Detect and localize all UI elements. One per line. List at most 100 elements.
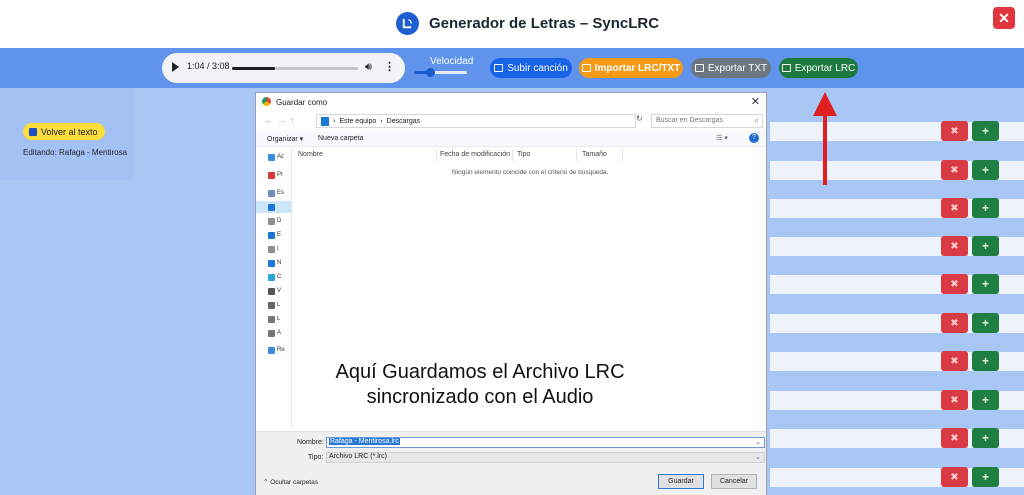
annotation-line-2: sincronizado con el Audio xyxy=(366,386,594,408)
nav-item-label: C xyxy=(277,274,282,280)
nav-item-label: L xyxy=(277,316,281,322)
path-item-this-pc[interactable]: Este equipo xyxy=(339,118,376,125)
delete-icon[interactable]: ✖ xyxy=(941,313,968,333)
delete-icon[interactable]: ✖ xyxy=(941,274,968,294)
nav-item[interactable]: L xyxy=(268,300,290,310)
folder-icon xyxy=(268,231,275,239)
add-icon[interactable]: + xyxy=(972,351,999,371)
delete-icon[interactable]: ✖ xyxy=(941,467,968,487)
save-button[interactable]: Guardar xyxy=(658,474,704,489)
export-txt-label: Exportar TXT xyxy=(707,62,768,74)
more-options-icon[interactable]: ⋮ xyxy=(384,60,395,73)
nav-item[interactable]: Re xyxy=(268,345,290,355)
search-field[interactable]: Buscar en Descargas ⌕ xyxy=(651,114,763,128)
path-bar[interactable]: › Este equipo › Descargas xyxy=(316,114,636,128)
nav-item[interactable]: PI xyxy=(268,170,290,180)
folder-icon xyxy=(268,171,275,179)
folder-icon xyxy=(268,346,275,354)
app-title: Generador de Letras – SyncLRC xyxy=(429,15,660,32)
dialog-titlebar: Guardar como ✕ xyxy=(256,93,766,111)
upload-song-label: Subir canción xyxy=(507,62,568,74)
delete-icon[interactable]: ✖ xyxy=(941,390,968,410)
add-icon[interactable]: + xyxy=(972,313,999,333)
import-lrc-label: Importar LRC/TXT xyxy=(594,62,681,74)
nav-item[interactable]: Es xyxy=(268,188,290,198)
path-sep: › xyxy=(333,117,336,125)
nav-arrows-icon[interactable]: ←→↑ xyxy=(264,115,299,125)
play-icon[interactable] xyxy=(172,62,179,72)
import-lrc-button[interactable]: Importar LRC/TXT xyxy=(579,58,683,78)
file-type-select[interactable]: Archivo LRC (*.lrc) ⌄ xyxy=(326,452,765,463)
hide-folders-button[interactable]: ⌃ Ocultar carpetas xyxy=(263,478,318,486)
folder-icon xyxy=(268,315,275,323)
close-icon[interactable]: ✕ xyxy=(993,7,1015,29)
player-time: 1:04 / 3:08 xyxy=(187,61,230,71)
nav-item[interactable]: N xyxy=(268,258,290,268)
nav-item[interactable]: C xyxy=(268,272,290,282)
chevron-down-icon[interactable]: ⌄ xyxy=(755,453,761,461)
delete-icon[interactable]: ✖ xyxy=(941,121,968,141)
column-size[interactable]: Tamaño xyxy=(582,151,607,158)
add-icon[interactable]: + xyxy=(972,467,999,487)
delete-icon[interactable]: ✖ xyxy=(941,236,968,256)
nav-item-label: Es xyxy=(277,190,285,196)
nav-item[interactable]: A xyxy=(268,328,290,338)
upload-song-button[interactable]: Subir canción xyxy=(490,58,572,78)
export-txt-button[interactable]: Exportar TXT xyxy=(691,58,771,78)
add-icon[interactable]: + xyxy=(972,274,999,294)
nav-item[interactable]: E xyxy=(268,230,290,240)
folder-icon xyxy=(581,64,591,72)
refresh-icon[interactable]: ↻ xyxy=(636,114,648,128)
volume-icon[interactable]: 🔊︎ xyxy=(365,61,372,74)
save-icon xyxy=(781,64,791,72)
export-lrc-button[interactable]: Exportar LRC xyxy=(779,58,858,78)
nav-item[interactable]: Ac xyxy=(268,152,290,162)
nav-item[interactable]: I xyxy=(268,244,290,254)
progress-track[interactable] xyxy=(232,67,358,70)
help-icon[interactable]: ? xyxy=(749,133,759,143)
add-icon[interactable]: + xyxy=(972,236,999,256)
chevron-down-icon[interactable]: ⌄ xyxy=(755,438,761,446)
column-date[interactable]: Fecha de modificación xyxy=(440,151,510,158)
filename-field[interactable]: Rafaga - Mentirosa.lrc ⌄ xyxy=(326,437,765,448)
add-icon[interactable]: + xyxy=(972,198,999,218)
nav-item-label: D xyxy=(277,218,282,224)
nav-item[interactable] xyxy=(268,202,290,212)
nav-item-label: E xyxy=(277,232,282,238)
dialog-title: Guardar como xyxy=(276,98,328,107)
new-folder-button[interactable]: Nueva carpeta xyxy=(318,135,364,142)
dialog-close-icon[interactable]: ✕ xyxy=(751,95,760,108)
view-options-icon[interactable]: ☰ ▾ xyxy=(716,134,728,142)
nav-item[interactable]: L xyxy=(268,314,290,324)
add-icon[interactable]: + xyxy=(972,390,999,410)
column-separator xyxy=(512,149,513,161)
delete-icon[interactable]: ✖ xyxy=(941,160,968,180)
folder-icon xyxy=(268,245,275,253)
add-icon[interactable]: + xyxy=(972,428,999,448)
back-to-text-label: Volver al texto xyxy=(41,126,98,137)
path-item-downloads[interactable]: Descargas xyxy=(387,118,420,125)
music-icon xyxy=(494,64,504,72)
column-type[interactable]: Tipo xyxy=(517,151,530,158)
cancel-button[interactable]: Cancelar xyxy=(711,474,757,489)
save-as-dialog: Guardar como ✕ ←→↑ › Este equipo › Desca… xyxy=(255,92,767,495)
chevron-up-icon: ⌃ xyxy=(263,479,269,486)
column-name[interactable]: Nombre xyxy=(298,151,323,158)
organize-button[interactable]: Organizar ▾ xyxy=(267,135,303,143)
nav-item[interactable]: D xyxy=(268,216,290,226)
back-to-text-button[interactable]: Volver al texto xyxy=(23,123,105,140)
column-separator xyxy=(436,149,437,161)
nav-item[interactable]: V xyxy=(268,286,290,296)
type-label: Tipo: xyxy=(308,454,324,461)
delete-icon[interactable]: ✖ xyxy=(941,351,968,371)
address-bar: ←→↑ › Este equipo › Descargas ↻ Buscar e… xyxy=(256,112,766,130)
audio-player[interactable]: 1:04 / 3:08 🔊︎ ⋮ xyxy=(162,53,405,83)
add-icon[interactable]: + xyxy=(972,121,999,141)
delete-icon[interactable]: ✖ xyxy=(941,198,968,218)
document-icon xyxy=(29,127,37,136)
add-icon[interactable]: + xyxy=(972,160,999,180)
annotation-line-1: Aquí Guardamos el Archivo LRC xyxy=(335,361,625,383)
delete-icon[interactable]: ✖ xyxy=(941,428,968,448)
speed-slider[interactable] xyxy=(414,68,467,77)
speed-knob[interactable] xyxy=(425,68,435,77)
